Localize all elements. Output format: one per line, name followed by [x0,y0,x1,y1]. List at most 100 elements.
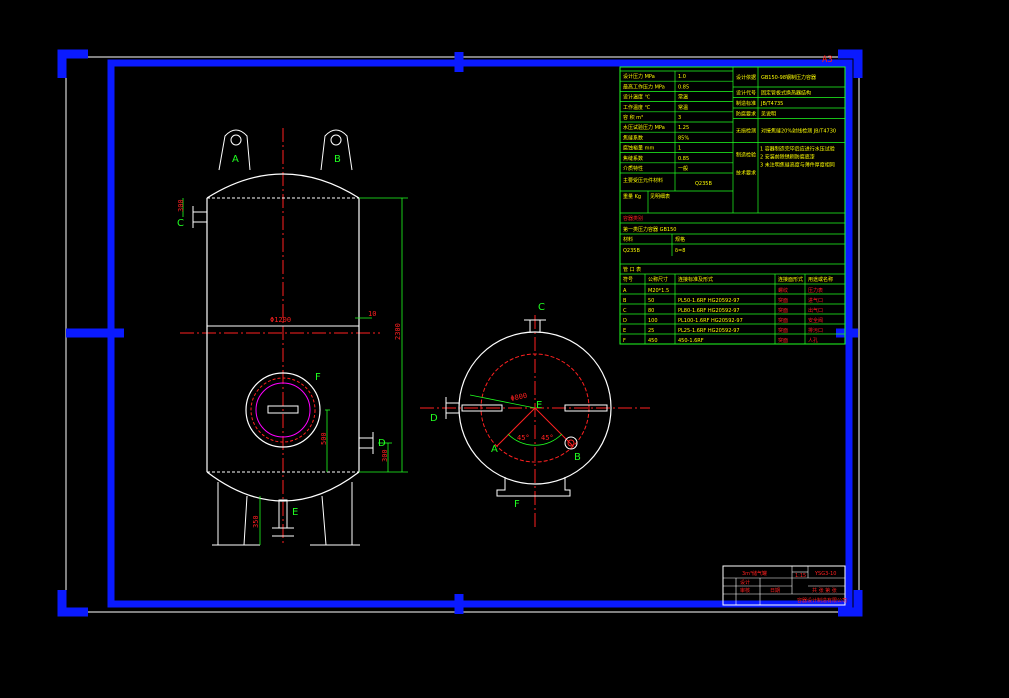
spec-name: 腐蚀裕量 mm [623,145,654,152]
nozzle-header: 用途或名称 [808,276,833,283]
nozzle-d [358,437,374,449]
spec-table: 设计压力 MPa 1.0最高工作压力 MPa 0.85设计温度 ℃ 常温工作温度 ℃ 常… [619,66,846,345]
spec-right-value: 固定管板式换热器结构 [761,89,811,96]
spec-value: 常温 [678,94,688,101]
plan-angle-a: 45° [517,434,530,442]
plan-label-a: A [491,444,498,455]
nozzle-cell: 突面 [778,327,788,334]
title-drawing-no: YSG3-10 [814,571,836,577]
title-row-label-3: 日期 [770,588,780,594]
nozzle-c [192,211,208,223]
label-c: C [177,218,184,229]
title-scale: 1:15 [795,573,806,579]
spec-notes-title: 技术要求 [736,170,756,177]
spec-value: 一般 [678,165,688,172]
title-product-name: 3m³储气罐 [742,570,767,577]
nozzle-cell: PL100-1.6RF HG20592-97 [678,318,743,324]
nozzle-cell: 100 [648,318,658,324]
spec-value: 85% [678,135,689,141]
spec-value: 见明细表 [650,193,670,200]
label-f: F [315,372,321,383]
material-header: 材料 [623,236,633,243]
spec-right-value: 见说明 [761,110,776,117]
spec-name: 重量 Kg [623,193,641,200]
nozzle-cell: B [623,298,627,304]
material-value: Q235B [623,248,640,254]
spec-right-name: 无损检测 [736,128,756,135]
nozzle-cell: M20*1.5 [648,288,669,294]
plan-dim-diameter: Φ800 [510,392,528,403]
nozzle-cell: A [623,288,627,294]
nozzle-cell: 25 [648,328,654,334]
spec-name: 主要受压元件材料 [623,177,663,184]
spec-name: 焦缝系数 [623,155,643,162]
title-company: 容器设计制造有限公司 [797,597,847,604]
spec-name: 水压试验压力 MPa [623,124,665,131]
material-value: δ=8 [675,248,685,254]
plan-angle-b: 45° [541,434,554,442]
nozzle-table-title: 管 口 表 [623,266,641,273]
spec-right-name: 制造标准 [736,100,756,107]
nozzle-cell: 突面 [778,307,788,314]
nozzle-cell: PL80-1.6RF HG20592-97 [678,308,740,314]
spec-right-name: 设计代号 [736,89,756,96]
nozzle-cell: E [623,328,626,334]
material-header: 规格 [675,236,685,243]
nozzle-header: 连接面形式 [778,276,803,283]
nozzle-cell: 450-1.6RF [678,338,704,344]
plan-label-f: F [514,499,520,510]
label-d: D [378,438,386,449]
spec-value: 1.0 [678,74,686,80]
plan-label-e: E [536,400,542,411]
nozzle-cell: 450 [648,338,658,344]
nozzle-cell: 进气口 [808,297,823,304]
spec-right-value: 对接焦缝20%射线检测 JB/T4730 [761,128,836,135]
plan-label-b: B [574,452,581,463]
nozzle-cell: 出气口 [808,307,823,314]
spec-name: 介质特性 [623,165,643,172]
spec-right-value: JB/T4735 [760,101,783,107]
sheet-border [65,56,860,613]
dim-top-offset: 300 [177,199,185,212]
spec-right-value: GB150-98钢制压力容器 [761,74,816,81]
vessel-elevation [180,128,380,546]
nozzle-cell: 排污口 [808,327,823,334]
dim-nozzle-d-low: 300 [381,449,389,462]
spec-value: 1.25 [678,125,689,131]
nozzle-cell: 人孔 [808,337,818,344]
nozzle-cell: 80 [648,308,654,314]
spec-name: 焦缝系数 [623,134,643,141]
nozzle-cell: F [623,338,626,344]
spec-name: 容 积 m³ [623,114,643,121]
spec-value: 1 [678,146,681,152]
spec-right-name: 设计依据 [736,74,756,81]
spec-value: 0.85 [678,84,689,90]
spec-name: 设计温度 ℃ [623,94,651,101]
nozzle-cell: 突面 [778,317,788,324]
drawing-sheet: A3 A B C D E F Φ1200 2300 300 500 300 35… [57,49,863,617]
spec-note: 3 未注明焦缝高度与薄件厚度相同 [760,162,835,169]
nozzle-cell: 压力表 [808,287,823,294]
nozzle-header: 符号 [623,276,633,283]
nozzle-cell: PL25-1.6RF HG20592-97 [678,328,740,334]
title-row-label-2: 审核 [740,587,750,594]
dim-leg-height: 350 [252,515,260,528]
spec-code-label: 容器类别 [623,215,643,222]
nozzle-cell: 突面 [778,297,788,304]
sheet-size-code: A3 [822,55,833,65]
spec-value: 0.85 [678,156,689,162]
label-b: B [334,154,341,165]
spec-value: Q235B [695,181,712,187]
label-a: A [232,154,239,165]
nozzle-cell: D [623,318,627,324]
title-sheet: 共 张 第 张 [812,587,837,594]
spec-name: 工作温度 ℃ [623,104,651,111]
spec-section-label: 制造检验 [736,152,756,159]
spec-value: 常温 [678,104,688,111]
nozzle-cell: 安全阀 [808,317,823,324]
nozzle-cell: C [623,308,627,314]
nozzle-cell: 突面 [778,337,788,344]
nozzle-cell: PL50-1.6RF HG20592-97 [678,298,740,304]
dim-nozzle-d-height: 500 [320,432,328,445]
nozzle-header: 公称尺寸 [648,276,668,283]
